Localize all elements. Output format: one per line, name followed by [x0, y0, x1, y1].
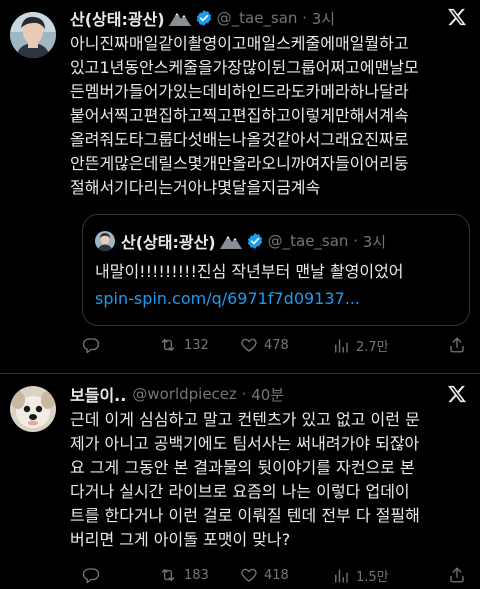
views-count: 1.5만 — [356, 570, 389, 585]
display-name[interactable]: 보들이.. — [70, 382, 126, 406]
quoted-tweet[interactable]: 산(상태:광산) @_tae_san · 3시 내말이!!!!!!!!!진심 작… — [82, 214, 470, 326]
share-button[interactable] — [448, 566, 466, 584]
reply-button[interactable] — [82, 336, 100, 354]
views-icon — [335, 568, 348, 583]
handle[interactable]: @worldpiecez — [132, 385, 237, 403]
like-count: 478 — [264, 337, 289, 353]
retweet-button[interactable]: 132 — [158, 336, 209, 354]
separator-dot: · — [236, 385, 252, 403]
quote-link[interactable]: spin-spin.com/q/6971f7d09137... — [95, 287, 465, 311]
display-name[interactable]: 산(상태:광산) — [70, 6, 165, 30]
reply-icon — [82, 568, 100, 584]
retweet-icon — [161, 339, 175, 351]
tweet-text-line: 다거나 실시간 라이브로 요즘의 나는 이렇다 업데이 — [70, 482, 410, 501]
views-icon — [335, 338, 348, 353]
share-icon — [450, 337, 464, 353]
quote-avatar — [95, 231, 115, 251]
tweet-2[interactable]: 보들이.. @worldpiecez · 40분 근데 이게 심심하고 말고 컨… — [0, 374, 480, 589]
quote-display-name: 산(상태:광산) — [121, 233, 216, 252]
timestamp[interactable]: 3시 — [312, 8, 335, 29]
x-logo-icon — [448, 385, 466, 403]
tweet-text: 아니진짜매일같이촬영이고매일스케줄에매일뭘하고 있고1년동안스케줄을가장많이뒨그… — [70, 32, 475, 200]
verified-badge-icon — [247, 233, 262, 249]
separator-dot: · — [297, 9, 312, 27]
views-count: 2.7만 — [356, 340, 389, 355]
timestamp[interactable]: 40분 — [251, 384, 284, 405]
heart-icon — [241, 568, 257, 582]
retweet-icon — [161, 569, 175, 581]
mountain-emoji-icon — [219, 236, 242, 249]
share-icon — [450, 567, 464, 583]
like-button[interactable]: 478 — [240, 336, 289, 354]
tweet-text-line: 있고1년동안스케줄을가장많이뒨그룹어쩌고에맨날모 — [70, 58, 419, 77]
quote-header: 산(상태:광산) @_tae_san · 3시 — [121, 229, 386, 253]
quote-text: 내말이!!!!!!!!!진심 작년부터 맨날 촬영이었어 — [95, 262, 404, 281]
share-button[interactable] — [448, 336, 466, 354]
like-count: 418 — [264, 567, 289, 583]
action-bar: 132 478 2.7만 — [70, 334, 470, 358]
tweet-text-line: 제가 아니고 공백기에도 팀서사는 써내려가야 되잖아 — [70, 434, 420, 453]
tweet-text: 근데 이게 심심하고 말고 컨텐츠가 있고 없고 이런 문 제가 아니고 공백기… — [70, 408, 475, 552]
x-logo-icon — [448, 8, 466, 26]
views-button[interactable]: 2.7만 — [332, 336, 389, 355]
tweet-text-line: 붙어서찍고편집하고찍고편집하고이렇게만해서계속 — [70, 106, 409, 125]
action-bar: 183 418 1.5만 — [70, 564, 470, 588]
tweet-text-line: 근데 이게 심심하고 말고 컨텐츠가 있고 없고 이런 문 — [70, 410, 420, 429]
reply-button[interactable] — [82, 566, 100, 584]
views-button[interactable]: 1.5만 — [332, 566, 389, 585]
retweet-count: 183 — [184, 567, 209, 583]
retweet-count: 132 — [184, 337, 209, 353]
tweet-header: 보들이.. @worldpiecez · 40분 — [70, 382, 284, 406]
quote-handle: @_tae_san — [267, 232, 349, 250]
like-button[interactable]: 418 — [240, 566, 289, 584]
tweet-text-line: 버리면 그게 아이돌 포맷이 맞나? — [70, 530, 291, 549]
separator-dot: · — [348, 232, 363, 250]
tweet-header: 산(상태:광산) @_tae_san · 3시 — [70, 6, 335, 30]
reply-icon — [82, 338, 100, 354]
verified-badge-icon — [196, 10, 211, 26]
tweet-text-line: 든멤버가들어가있는데비하인드라도카메라하나달라 — [70, 82, 409, 101]
quote-timestamp: 3시 — [362, 232, 387, 251]
retweet-button[interactable]: 183 — [158, 566, 209, 584]
tweet-text-line: 요 그게 그동안 본 결과물의 뒷이야기를 자컨으로 본 — [70, 458, 415, 477]
tweet-text-line: 절해서기다리는거아냐몇달을지금계속 — [70, 178, 321, 197]
heart-icon — [241, 338, 257, 352]
tweet-1[interactable]: 산(상태:광산) @_tae_san · 3시 아니진짜매일같이촬영이고매일스케… — [0, 0, 480, 372]
tweet-text-line: 올려줘도타그룹다섯배는나올것같아서그래요진짜로 — [70, 130, 409, 149]
tweet-text-line: 안뜬게많은데릴스몇개만올라오니까여자들이어리둥 — [70, 154, 409, 173]
avatar[interactable] — [10, 386, 56, 432]
handle[interactable]: @_tae_san — [217, 9, 298, 27]
mountain-emoji-icon — [168, 13, 191, 26]
tweet-text-line: 아니진짜매일같이촬영이고매일스케줄에매일뭘하고 — [70, 34, 409, 53]
avatar[interactable] — [10, 12, 56, 58]
tweet-text-line: 트를 한다거나 이런 걸로 이뤄질 텐데 전부 다 절필해 — [70, 506, 420, 525]
